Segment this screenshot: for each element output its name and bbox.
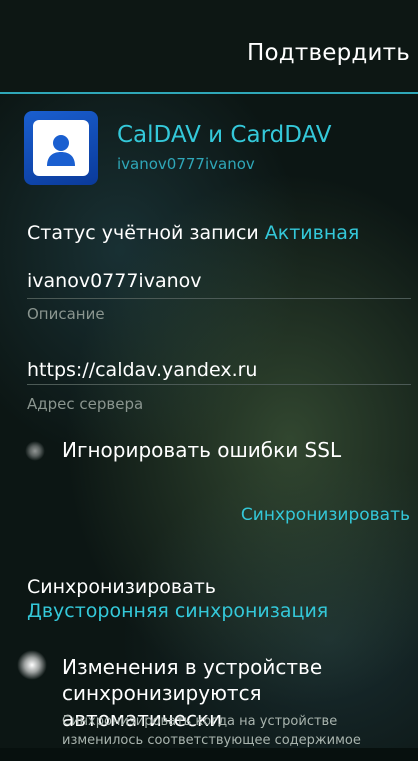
server-address-underline bbox=[27, 384, 411, 385]
contact-card bbox=[33, 120, 89, 176]
server-address-label: Адрес сервера bbox=[27, 395, 144, 413]
confirm-button[interactable]: Подтвердить bbox=[247, 40, 410, 66]
header-separator bbox=[0, 92, 418, 94]
account-subtitle: ivanov0777ivanov bbox=[117, 155, 255, 173]
description-underline bbox=[27, 298, 411, 299]
person-silhouette-icon bbox=[47, 135, 75, 166]
account-status: Статус учётной записи Активная bbox=[27, 222, 359, 244]
sync-now-button[interactable]: Синхронизировать bbox=[241, 505, 410, 525]
account-title: CalDAV и CardDAV bbox=[117, 122, 332, 148]
ssl-toggle-indicator[interactable] bbox=[25, 441, 45, 461]
sync-mode-value[interactable]: Двусторонняя синхронизация bbox=[27, 600, 328, 622]
contact-person-icon bbox=[24, 111, 98, 185]
description-field[interactable]: ivanov0777ivanov bbox=[27, 270, 202, 292]
description-label: Описание bbox=[27, 305, 105, 323]
status-label: Статус учётной записи bbox=[27, 222, 259, 244]
bottom-fade bbox=[0, 748, 418, 761]
ignore-ssl-errors-label[interactable]: Игнорировать ошибки SSL bbox=[62, 438, 341, 462]
sync-mode-title[interactable]: Синхронизировать bbox=[27, 576, 216, 598]
auto-sync-toggle-indicator[interactable] bbox=[17, 650, 47, 680]
status-value: Активная bbox=[264, 222, 360, 244]
auto-sync-description: Синхронизировать когда на устройстве изм… bbox=[62, 714, 361, 748]
server-address-field[interactable]: https://caldav.yandex.ru bbox=[27, 359, 257, 381]
